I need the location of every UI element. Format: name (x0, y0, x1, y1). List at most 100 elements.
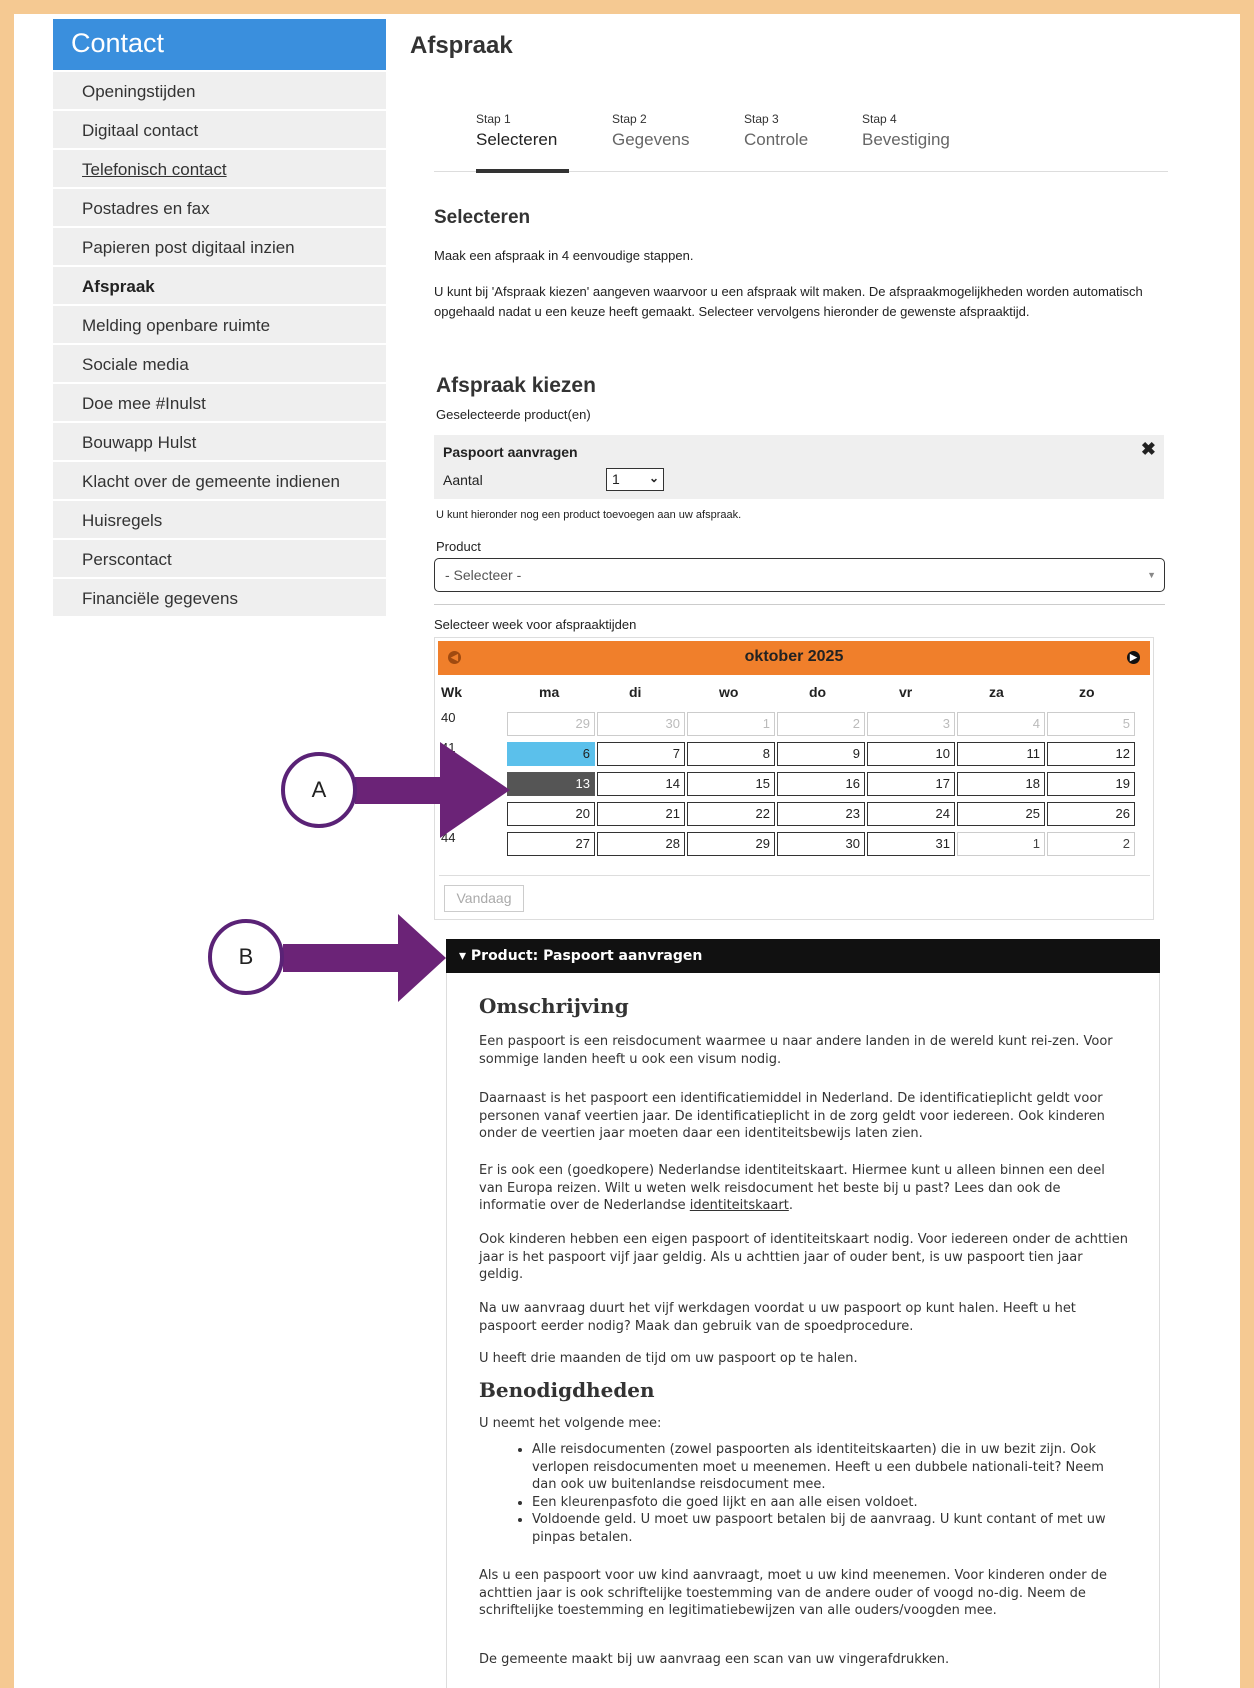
calendar-day-cell[interactable]: 13 (507, 772, 595, 796)
calendar-day-cell[interactable]: 10 (867, 742, 955, 766)
calendar-day-cell[interactable]: 29 (687, 832, 775, 856)
sidebar-item-openingstijden[interactable]: Openingstijden (53, 72, 386, 111)
step-label: Gegevens (612, 130, 690, 149)
calendar-day-cell[interactable]: 8 (687, 742, 775, 766)
calendar-day-cell[interactable]: 23 (777, 802, 865, 826)
benodigdheden-heading: Benodigdheden (479, 1378, 655, 1402)
detail-text: . (788, 1198, 793, 1213)
calendar-day-cell[interactable]: 2 (1047, 832, 1135, 856)
product-detail-toggle[interactable]: ▾ Product: Paspoort aanvragen (446, 939, 1160, 973)
sidebar-item-bouwapp[interactable]: Bouwapp Hulst (53, 423, 386, 462)
calendar-day-cell[interactable]: 26 (1047, 802, 1135, 826)
sidebar-item-telefonisch-contact[interactable]: Telefonisch contact (53, 150, 386, 189)
product-select[interactable]: - Selecteer - ▼ (434, 558, 1165, 592)
calendar-day-cell[interactable]: 11 (957, 742, 1045, 766)
list-item: Alle reisdocumenten (zowel paspoorten al… (532, 1441, 1122, 1494)
contact-sidebar: Contact Openingstijden Digitaal contact … (53, 19, 386, 618)
annotation-marker-b: B (208, 919, 284, 995)
aantal-select[interactable]: 1 ⌄ (606, 468, 664, 491)
calendar-day-cell[interactable]: 18 (957, 772, 1045, 796)
calendar-day-cell[interactable]: 14 (597, 772, 685, 796)
calendar-day-cell[interactable]: 15 (687, 772, 775, 796)
calendar-day-cell[interactable]: 24 (867, 802, 955, 826)
sidebar-item-klacht[interactable]: Klacht over de gemeente indienen (53, 462, 386, 501)
today-button[interactable]: Vandaag (444, 885, 524, 912)
calendar-day-cell[interactable]: 19 (1047, 772, 1135, 796)
step-gegevens[interactable]: Stap 2 Gegevens (612, 112, 690, 172)
day-header: wo (719, 684, 739, 700)
calendar-day-cell[interactable]: 21 (597, 802, 685, 826)
calendar-day-cell[interactable]: 1 (687, 712, 775, 736)
add-product-hint: U kunt hieronder nog een product toevoeg… (436, 509, 742, 521)
calendar-day-cell[interactable]: 6 (507, 742, 595, 766)
sidebar-item-sociale-media[interactable]: Sociale media (53, 345, 386, 384)
step-number: Stap 4 (862, 112, 897, 126)
sidebar-item-digitaal-contact[interactable]: Digitaal contact (53, 111, 386, 150)
step-controle[interactable]: Stap 3 Controle (744, 112, 808, 172)
calendar-day-cell[interactable]: 22 (687, 802, 775, 826)
sidebar-item-financiele-gegevens[interactable]: Financiële gegevens (53, 579, 386, 618)
week-number[interactable]: 40 (441, 710, 455, 725)
week-column-header: Wk (441, 684, 462, 700)
detail-paragraph: Daarnaast is het paspoort een identifica… (479, 1091, 1105, 1141)
day-header: do (809, 684, 827, 700)
next-month-icon[interactable]: ▶ (1127, 651, 1140, 664)
detail-paragraph: Ook kinderen hebben een eigen paspoort o… (479, 1232, 1129, 1282)
calendar-day-cell[interactable]: 29 (507, 712, 595, 736)
calendar-month: oktober 2025 (744, 648, 844, 665)
calendar-day-cell[interactable]: 27 (507, 832, 595, 856)
annotation-arrow-a (355, 742, 510, 838)
sidebar-item-doe-mee[interactable]: Doe mee #Inulst (53, 384, 386, 423)
calendar-day-cell[interactable]: 7 (597, 742, 685, 766)
detail-paragraph: U heeft drie maanden de tijd om uw paspo… (479, 1351, 858, 1366)
calendar-day-cell[interactable]: 17 (867, 772, 955, 796)
annotation-arrow-b (283, 914, 446, 1002)
step-bevestiging[interactable]: Stap 4 Bevestiging (862, 112, 950, 172)
product-name: Paspoort aanvragen (443, 444, 578, 460)
step-label: Selecteren (476, 130, 558, 149)
week-calendar: ◀ oktober 2025 ▶ Wk ma di wo do vr za zo 40 29 3… (434, 637, 1154, 920)
identiteitskaart-link[interactable]: identiteitskaart (690, 1198, 789, 1213)
sidebar-item-huisregels[interactable]: Huisregels (53, 501, 386, 540)
day-header: di (629, 684, 642, 700)
calendar-day-cell[interactable]: 5 (1047, 712, 1135, 736)
step-label: Bevestiging (862, 130, 950, 149)
calendar-day-cell[interactable]: 25 (957, 802, 1045, 826)
dropdown-arrow-icon: ▼ (1147, 570, 1156, 580)
calendar-day-cell[interactable]: 2 (777, 712, 865, 736)
calendar-day-cell[interactable]: 31 (867, 832, 955, 856)
sidebar-item-afspraak[interactable]: Afspraak (53, 267, 386, 306)
calendar-day-cell[interactable]: 3 (867, 712, 955, 736)
sidebar-item-melding[interactable]: Melding openbare ruimte (53, 306, 386, 345)
omschrijving-heading: Omschrijving (479, 994, 629, 1018)
calendar-day-cell[interactable]: 9 (777, 742, 865, 766)
list-item: Een kleurenpasfoto die goed lijkt en aan… (532, 1494, 1122, 1512)
calendar-day-cell[interactable]: 12 (1047, 742, 1135, 766)
calendar-day-cell[interactable]: 30 (777, 832, 865, 856)
step-tabs: Stap 1 Selecteren Stap 2 Gegevens Stap 3… (434, 112, 1168, 173)
day-header: vr (899, 684, 913, 700)
step-number: Stap 3 (744, 112, 779, 126)
sidebar-item-postadres[interactable]: Postadres en fax (53, 189, 386, 228)
calendar-header: ◀ oktober 2025 ▶ (438, 641, 1150, 675)
close-icon[interactable]: ✖ (1141, 439, 1156, 460)
calendar-day-cell[interactable]: 28 (597, 832, 685, 856)
detail-paragraph: Een paspoort is een reisdocument waarmee… (479, 1034, 1113, 1067)
sidebar-item-papieren-post[interactable]: Papieren post digitaal inzien (53, 228, 386, 267)
selected-product: Paspoort aanvragen ✖ Aantal 1 ⌄ (434, 435, 1164, 499)
sidebar-title: Contact (53, 19, 386, 70)
week-select-label: Selecteer week voor afspraaktijden (434, 617, 637, 632)
calendar-day-cell[interactable]: 30 (597, 712, 685, 736)
step-number: Stap 1 (476, 112, 511, 126)
calendar-footer-divider (439, 875, 1150, 876)
calendar-day-cell[interactable]: 16 (777, 772, 865, 796)
step-selecteren[interactable]: Stap 1 Selecteren (476, 112, 570, 173)
calendar-day-cell[interactable]: 4 (957, 712, 1045, 736)
page-title: Afspraak (410, 32, 513, 59)
aantal-label: Aantal (443, 472, 483, 488)
sidebar-item-perscontact[interactable]: Perscontact (53, 540, 386, 579)
requirements-list: Alle reisdocumenten (zowel paspoorten al… (532, 1441, 1122, 1546)
calendar-day-cell[interactable]: 20 (507, 802, 595, 826)
selected-products-label: Geselecteerde product(en) (436, 407, 591, 422)
calendar-day-cell[interactable]: 1 (957, 832, 1045, 856)
